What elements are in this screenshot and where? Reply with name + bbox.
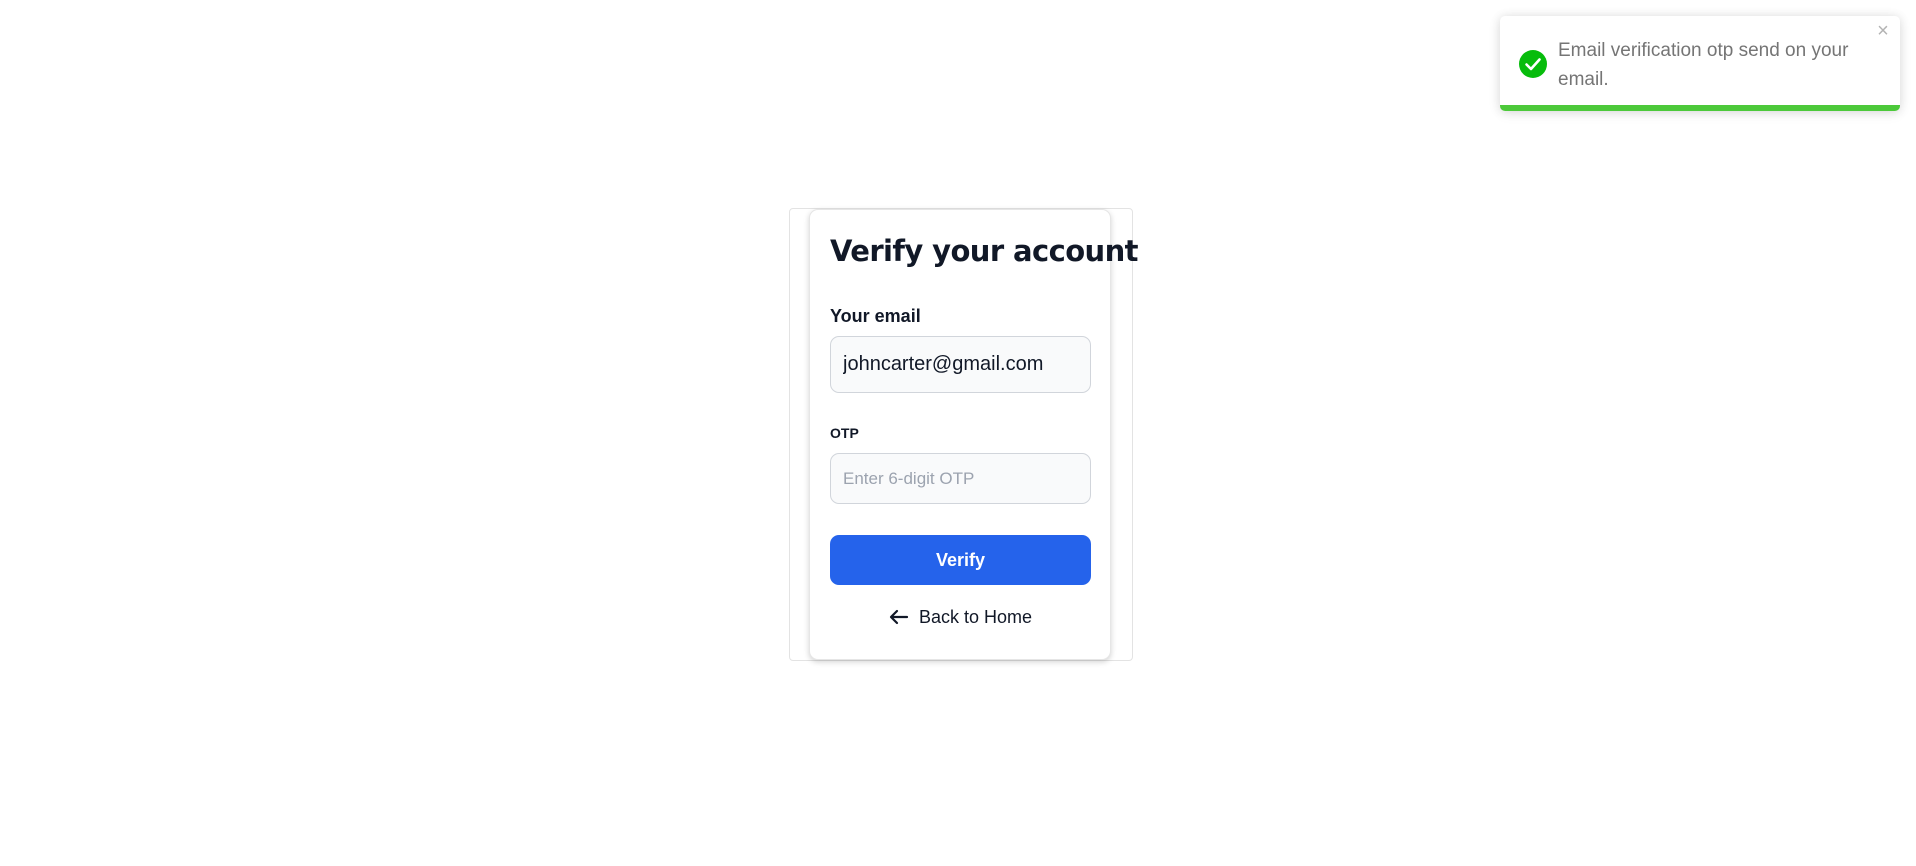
toast-progress-bar [1500, 105, 1900, 111]
otp-input[interactable] [830, 453, 1091, 504]
arrow-left-icon [889, 609, 909, 625]
back-to-home-link[interactable]: Back to Home [830, 602, 1091, 632]
toast-notification: Email verification otp send on your emai… [1500, 16, 1900, 111]
page-title: Verify your account [830, 234, 1138, 268]
verify-card: Verify your account Your email OTP Verif… [809, 209, 1138, 660]
close-icon[interactable]: × [1874, 21, 1892, 41]
back-to-home-label: Back to Home [918, 606, 1033, 627]
otp-label: OTP [830, 425, 859, 441]
email-label: Your email [830, 306, 921, 326]
toast-message: Email verification otp send on your emai… [1558, 40, 1849, 90]
verify-button[interactable]: Verify [830, 535, 1091, 585]
check-circle-icon [1519, 50, 1547, 78]
email-field[interactable] [830, 336, 1091, 393]
